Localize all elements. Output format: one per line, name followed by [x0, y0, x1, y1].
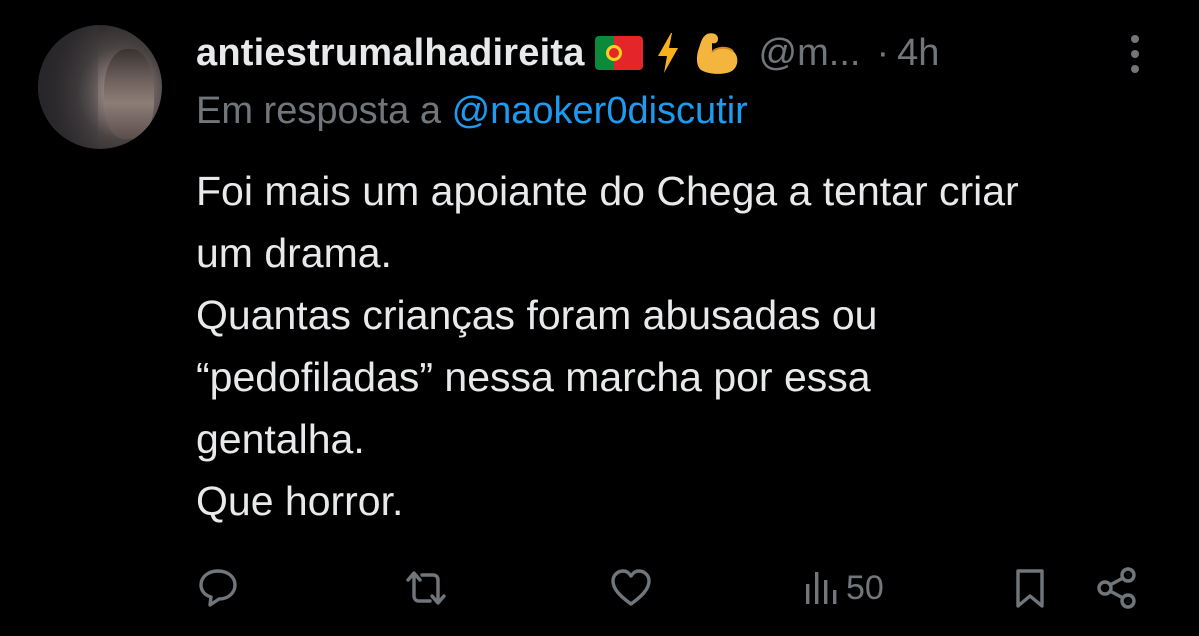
tweet-header: antiestrumalhadireita @m... · 4h: [196, 26, 939, 80]
flexed-biceps-icon: [696, 33, 737, 74]
avatar-shade: [38, 25, 98, 149]
tweet-text-line: Quantas crianças foram abusadas ou: [196, 292, 878, 338]
retweet-button[interactable]: [402, 560, 450, 616]
separator-dot: ·: [876, 31, 890, 74]
lightning-icon: [657, 33, 678, 73]
tweet-text-line: Foi mais um apoiante do Chega a tentar c…: [196, 168, 1019, 214]
speech-bubble-icon: [199, 569, 237, 607]
retweet-icon: [406, 571, 446, 605]
reply-mention-link[interactable]: @naoker0discutir: [452, 90, 748, 132]
avatar-face: [104, 49, 154, 139]
tweet-text-line: Que horror.: [196, 478, 404, 524]
tweet-text-line: gentalha.: [196, 416, 365, 462]
views-button[interactable]: 50: [804, 560, 884, 616]
action-bar: 50: [0, 560, 1199, 616]
reply-context: Em resposta a @naoker0discutir: [196, 90, 748, 133]
avatar[interactable]: [38, 25, 162, 149]
timestamp[interactable]: 4h: [897, 32, 939, 75]
vertical-dots-icon[interactable]: [1128, 32, 1142, 76]
user-handle[interactable]: @m...: [759, 32, 861, 75]
views-count: 50: [846, 568, 884, 607]
bar-chart-icon: [806, 572, 837, 604]
tweet-text-line: um drama.: [196, 230, 392, 276]
share-icon: [1097, 567, 1136, 609]
bookmark-button[interactable]: [1012, 560, 1048, 616]
share-button[interactable]: [1094, 560, 1140, 616]
tweet-text-line: “pedofiladas” nessa marcha por essa: [196, 354, 871, 400]
heart-icon: [611, 569, 651, 606]
tweet-text: Foi mais um apoiante do Chega a tentar c…: [196, 160, 1176, 532]
tweet[interactable]: antiestrumalhadireita @m... · 4h Em resp…: [0, 0, 1199, 636]
portugal-flag-icon: [594, 36, 643, 70]
bookmark-icon: [1016, 569, 1044, 608]
reply-prefix: Em resposta a: [196, 90, 441, 132]
like-button[interactable]: [608, 560, 654, 616]
display-name[interactable]: antiestrumalhadireita: [196, 32, 585, 75]
reply-button[interactable]: [196, 560, 240, 616]
